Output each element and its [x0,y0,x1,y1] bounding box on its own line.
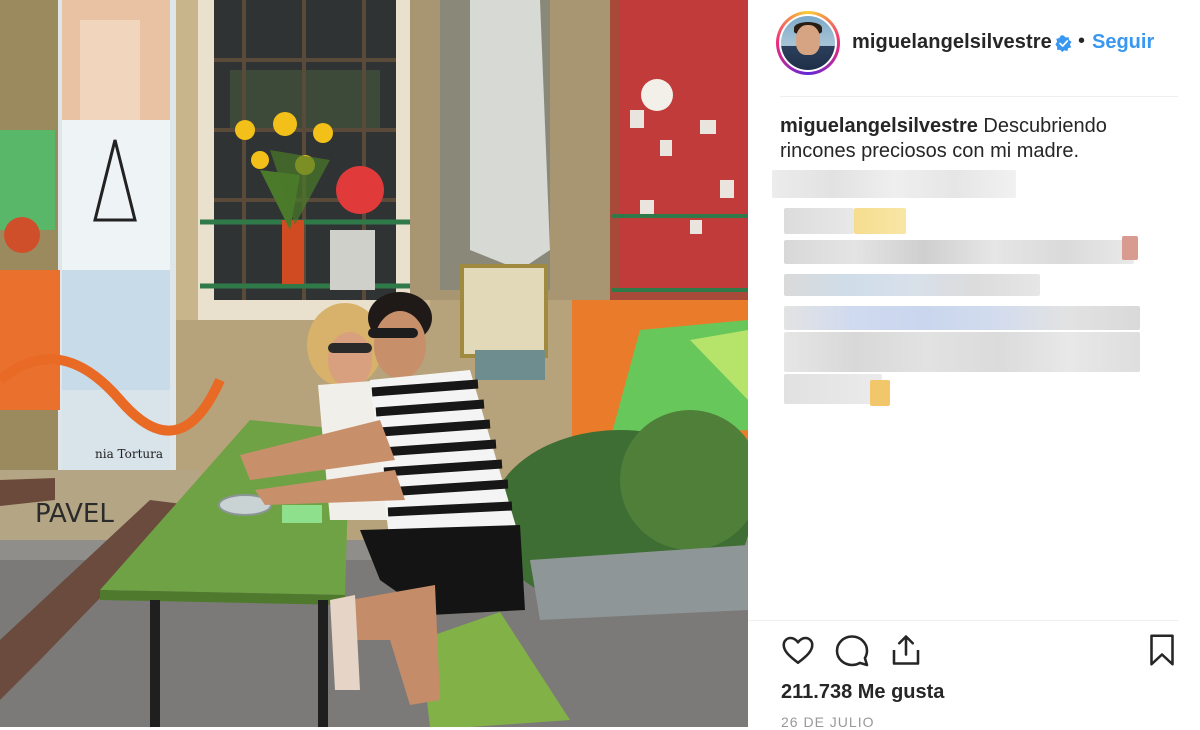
post-header: miguelangelsilvestre • Seguir [748,0,1178,96]
blurred-comment-block [772,170,1016,198]
follow-button[interactable]: Seguir [1092,31,1154,54]
comment-bubble-icon[interactable] [834,632,870,668]
post-caption: miguelangelsilvestre Descubriendo rincon… [780,114,1140,164]
separator-dot: • [1078,30,1086,52]
likes-count[interactable]: 211.738 Me gusta [781,681,944,704]
blurred-comment-block [784,208,854,234]
bookmark-icon[interactable] [1144,632,1180,668]
post-photo[interactable]: nia Tortura PAVEL [0,0,748,727]
blurred-comment-block [854,208,906,234]
caption-username-link[interactable]: miguelangelsilvestre [780,115,978,137]
blurred-comment-block [784,374,882,404]
avatar-photo [781,16,835,70]
share-icon[interactable] [888,632,924,668]
blurred-comment-block [784,274,1040,296]
blurred-comment-block [784,332,1140,372]
actions-divider [748,620,1178,621]
post-details-panel: miguelangelsilvestre • Seguir miguelange… [748,0,1200,730]
wall-poster-text: nia Tortura [95,447,163,461]
header-divider [780,96,1178,97]
username-link[interactable]: miguelangelsilvestre [852,31,1052,54]
story-ring[interactable] [776,11,840,75]
blurred-comment-block [784,306,1140,330]
heart-icon[interactable] [780,632,816,668]
blurred-comment-block [870,380,890,406]
verified-badge-icon [1055,35,1072,52]
avatar[interactable] [779,14,837,72]
post-date[interactable]: 26 DE JULIO [781,714,874,730]
post-actions [778,632,1178,672]
blurred-comments [772,170,1172,410]
wall-graffiti-text: PAVEL [35,499,114,529]
avatar-face [796,25,820,55]
blurred-comment-block [1122,236,1138,260]
post-photo-illustration: nia Tortura PAVEL [0,0,748,727]
blurred-comment-block [784,240,1134,264]
